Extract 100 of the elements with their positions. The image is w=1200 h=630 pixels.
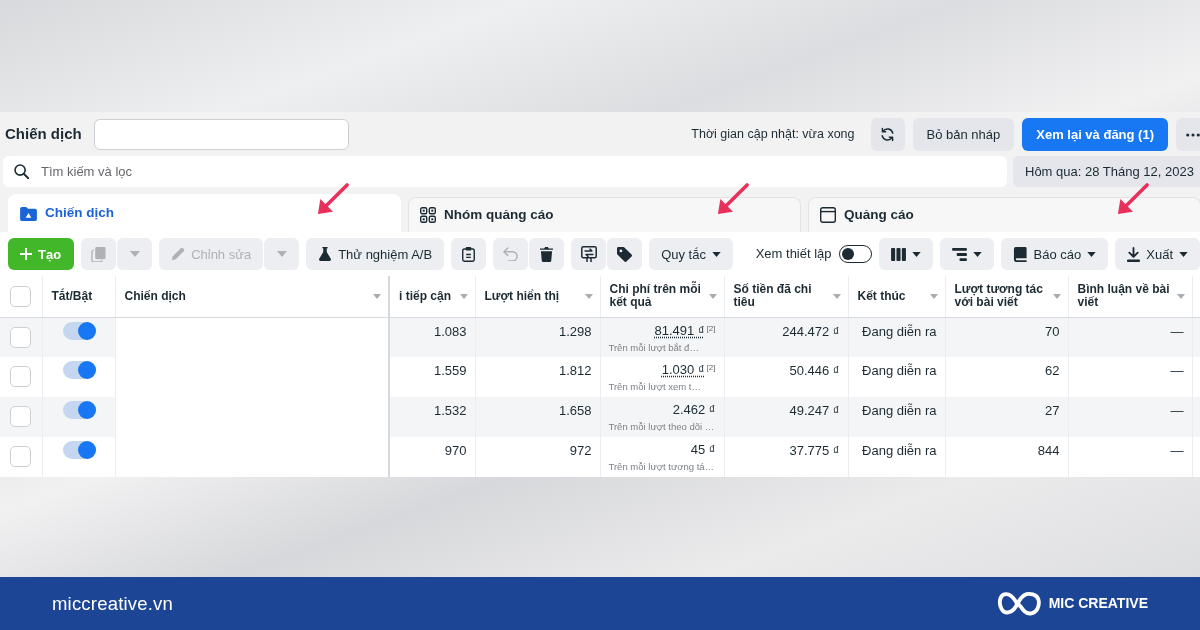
clipboard-icon <box>462 246 476 262</box>
table-cell: 1.532 <box>433 403 467 418</box>
table-cell: — <box>1170 363 1184 378</box>
column-label: Kết thúc <box>857 289 906 303</box>
sort-caret-icon <box>1176 293 1185 299</box>
copy-icon <box>91 246 107 262</box>
column-header[interactable]: i tiếp cận <box>389 276 475 317</box>
cost-detail: Trên mỗi lượt theo dõi … <box>608 421 715 432</box>
tab[interactable]: Nhóm quảng cáo <box>408 197 801 232</box>
table-cell: 27 <box>1045 403 1060 418</box>
column-header[interactable]: Chiến dịch <box>115 276 389 317</box>
delete-button[interactable] <box>529 238 565 270</box>
arrows-icon <box>580 246 597 262</box>
column-header[interactable]: Kết thúc <box>848 276 945 317</box>
logo-icon <box>996 589 1041 618</box>
table-cell: 49.247 ₫ <box>789 403 840 418</box>
checkbox[interactable] <box>10 406 31 427</box>
report-icon <box>1012 246 1028 262</box>
caret-icon <box>129 251 140 257</box>
discard-drafts-button[interactable]: Bỏ bản nháp <box>912 118 1015 151</box>
column-header[interactable]: Chi phí trên mỗi kết quả <box>600 276 724 317</box>
checkbox[interactable] <box>10 366 31 387</box>
status-toggle[interactable] <box>62 401 96 419</box>
sort-caret-icon <box>584 293 593 299</box>
view-setup-toggle[interactable] <box>838 245 872 263</box>
sort-caret-icon <box>373 293 381 299</box>
tag-button[interactable] <box>607 238 643 270</box>
sort-caret-icon <box>1052 293 1061 299</box>
date-range-button[interactable]: Hôm qua: 28 Tháng 12, 2023 <box>1013 156 1200 187</box>
table-cell: 972 <box>569 443 592 458</box>
sort-caret-icon <box>832 293 841 299</box>
column-header[interactable]: Lượt tương tác với bài viết <box>945 276 1068 317</box>
column-header[interactable]: Số tiền đã chi tiêu <box>724 276 848 317</box>
table-cell: 1.658 <box>558 403 592 418</box>
brand-name: MIC CREATIVE <box>1048 594 1148 613</box>
bars-icon <box>951 247 967 261</box>
column-label: Lượt hiển thị <box>484 289 560 303</box>
cost-value: 45 ₫ <box>690 442 716 457</box>
table-cell: 844 <box>1037 443 1060 458</box>
pencil-icon <box>171 247 186 261</box>
columns-icon <box>890 247 906 261</box>
column-label: Số tiền đã chi tiêu <box>733 282 813 310</box>
refresh-button[interactable] <box>870 118 905 151</box>
table-cell: 1.812 <box>558 363 592 378</box>
columns-button[interactable] <box>878 238 933 270</box>
column-header[interactable]: Bình luận về bài viết <box>1068 276 1192 317</box>
site-url: miccreative.vn <box>52 591 174 616</box>
clipboard-button[interactable] <box>451 238 487 270</box>
review-publish-button[interactable]: Xem lại và đăng (1) <box>1022 118 1168 151</box>
download-icon <box>1127 246 1141 262</box>
tab[interactable]: Quảng cáo <box>808 197 1200 232</box>
caret-icon <box>276 251 287 257</box>
campaign-name-field[interactable] <box>93 119 349 150</box>
cost-value: 81.491 ₫$^{[2]}$ <box>654 322 716 338</box>
table-cell: 37.775 ₫ <box>789 443 840 458</box>
ab-test-button[interactable]: Thử nghiệm A/B <box>306 238 445 270</box>
status-toggle[interactable] <box>62 361 96 379</box>
update-status: Thời gian cập nhật: vừa xong <box>691 126 855 144</box>
cost-value: 2.462 ₫ <box>672 402 716 417</box>
breakdown-button[interactable] <box>939 238 994 270</box>
more-button[interactable] <box>1176 118 1200 151</box>
column-label: Chiến dịch <box>124 289 186 303</box>
table-cell: Đang diễn ra <box>862 363 937 378</box>
folder-icon <box>20 206 37 221</box>
tab[interactable]: Chiến dịch <box>8 194 401 232</box>
table-cell: 1.559 <box>433 363 467 378</box>
table-cell: Đang diễn ra <box>862 403 937 418</box>
table-cell: 1.083 <box>433 323 467 339</box>
trash-icon <box>540 246 554 262</box>
more-icon <box>1186 132 1200 137</box>
table-cell: 244.472 ₫ <box>782 323 840 339</box>
sort-caret-icon <box>929 293 938 299</box>
search-field[interactable]: Tìm kiếm và lọc <box>3 156 1007 187</box>
column-header[interactable]: Tắt/Bật <box>42 276 115 317</box>
reports-button[interactable]: Báo cáo <box>1000 238 1109 270</box>
status-toggle[interactable] <box>62 441 96 459</box>
window-icon <box>820 207 836 223</box>
table-cell: — <box>1170 323 1184 339</box>
view-setup-label: Xem thiết lập <box>755 245 832 264</box>
flask-icon <box>318 247 333 261</box>
table-cell: 70 <box>1045 323 1060 339</box>
search-icon <box>14 164 29 179</box>
refresh-icon <box>880 127 895 142</box>
move-button[interactable] <box>571 238 607 270</box>
checkbox[interactable] <box>10 285 31 307</box>
table-cell: — <box>1170 403 1184 418</box>
export-button[interactable]: Xuất <box>1115 238 1200 270</box>
checkbox[interactable] <box>10 446 31 467</box>
cost-detail: Trên mỗi lượt bắt đ… <box>608 341 699 353</box>
column-label: Chi phí trên mỗi kết quả <box>609 282 702 310</box>
column-label: i tiếp cận <box>399 289 451 303</box>
plus-icon <box>20 248 32 260</box>
grid-icon <box>420 207 436 223</box>
cost-value: 1.030 ₫$^{[2]}$ <box>661 362 716 377</box>
sort-caret-icon <box>459 293 468 299</box>
column-header[interactable]: Lượt hiển thị <box>475 276 600 317</box>
rules-button[interactable]: Quy tắc <box>649 238 733 270</box>
checkbox[interactable] <box>10 326 31 348</box>
status-toggle[interactable] <box>62 321 96 340</box>
cost-detail: Trên mỗi lượt xem t… <box>608 381 701 392</box>
